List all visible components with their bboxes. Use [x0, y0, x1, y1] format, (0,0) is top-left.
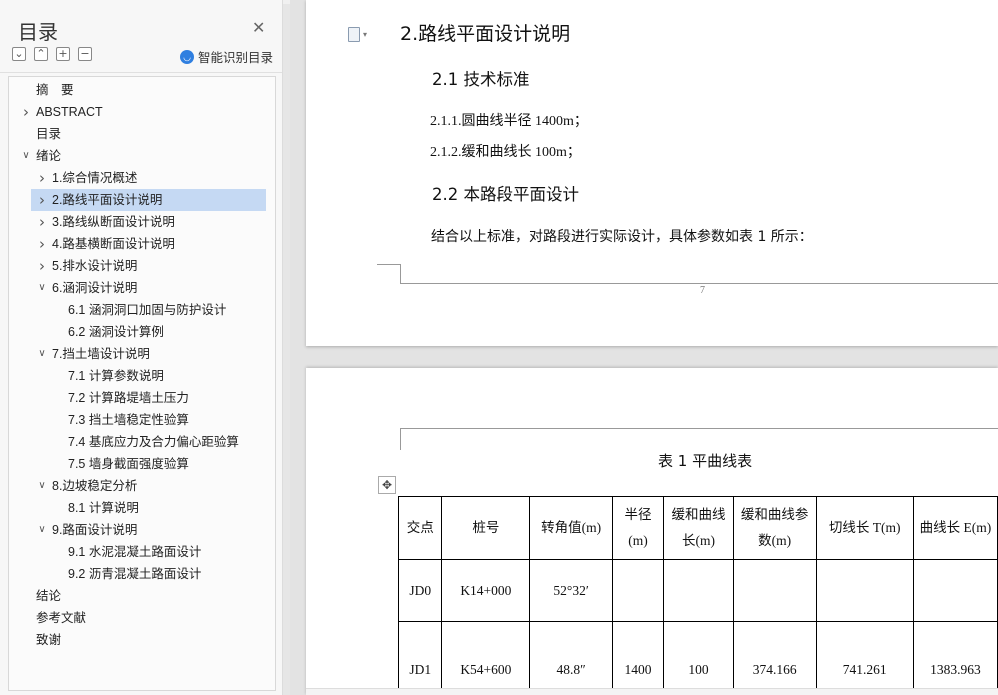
table-cell [663, 559, 734, 622]
table-header-cell: 桩号 [441, 496, 531, 560]
table-cell: K54+600 [441, 621, 531, 695]
table-header-cell: 交点 [397, 496, 443, 560]
table-header-cell: 缓和曲线参数(m) [732, 496, 817, 560]
table-cell: 1400 [611, 621, 665, 695]
table-row: JD1 K54+600 48.8″ 1400 100 374.166 741.2… [397, 621, 998, 695]
table-row: JD0 K14+000 52°32′ [397, 559, 998, 622]
horizontal-scrollbar[interactable] [306, 688, 998, 695]
table-header-row: 交点 桩号 转角值(m) 半径(m) 缓和曲线长(m) 缓和曲线参数(m) 切线… [397, 496, 998, 560]
table-header-cell: 曲线长 E(m) [912, 496, 998, 560]
table-move-handle-icon[interactable]: ✥ [378, 476, 396, 494]
table-cell [815, 559, 914, 622]
table-cell [732, 559, 817, 622]
table-cell [611, 559, 665, 622]
curve-table: 交点 桩号 转角值(m) 半径(m) 缓和曲线长(m) 缓和曲线参数(m) 切线… [397, 496, 998, 695]
table-cell: K14+000 [441, 559, 531, 622]
table-cell: 374.166 [732, 621, 817, 695]
table-cell [912, 559, 998, 622]
table-cell: 100 [663, 621, 734, 695]
table-cell: 52°32′ [529, 559, 613, 622]
table-header-cell: 转角值(m) [529, 496, 613, 560]
table-cell: JD0 [397, 559, 443, 622]
table-cell: 48.8″ [529, 621, 613, 695]
table-header-cell: 缓和曲线长(m) [663, 496, 734, 560]
table-caption: 表 1 平曲线表 [658, 452, 753, 470]
table-header-cell: 半径(m) [611, 496, 665, 560]
table-header-cell: 切线长 T(m) [815, 496, 914, 560]
table-cell: JD1 [397, 621, 443, 695]
table-cell: 1383.963 [912, 621, 998, 695]
table-cell: 741.261 [815, 621, 914, 695]
table-clip: 表 1 平曲线表 ✥ 交点 桩号 转角值(m) 半径(m) 缓和曲线长(m) 缓… [0, 0, 998, 695]
